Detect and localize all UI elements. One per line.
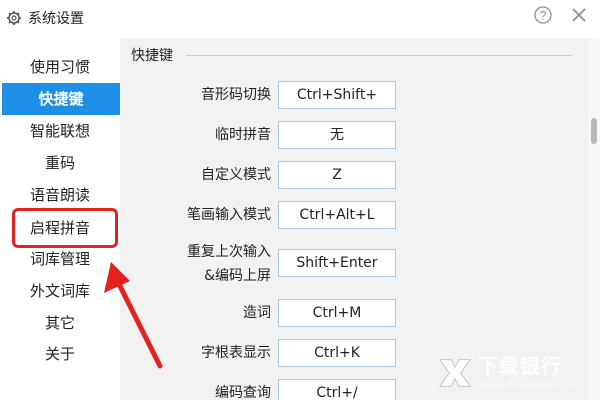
sidebar-item-other[interactable]: 其它 [0, 307, 120, 339]
shortcut-label: 笔画输入模式 [187, 207, 271, 223]
scrollbar-thumb[interactable] [591, 118, 597, 144]
annotation-highlight-box [12, 208, 118, 248]
shortcut-label: 音形码切换 [201, 87, 271, 103]
shortcut-label: 重复上次输入 [187, 244, 271, 260]
watermark: 下载银行 www.downbank.cn [432, 350, 600, 400]
watermark-logo-icon [438, 359, 472, 387]
shortcut-key-field[interactable]: 无 [278, 121, 396, 149]
shortcut-label: 字根表显示 [201, 345, 271, 361]
shortcut-label: 造词 [243, 305, 271, 321]
watermark-url: www.downbank.cn [480, 380, 574, 391]
svg-text:?: ? [540, 9, 547, 23]
sidebar-item-voice-reading[interactable]: 语音朗读 [0, 179, 120, 211]
shortcut-key-field[interactable]: Ctrl+Shift+ [278, 81, 396, 109]
shortcut-key-field[interactable]: Ctrl+/ [278, 379, 396, 400]
shortcut-label: 自定义模式 [201, 167, 271, 183]
shortcut-key-field[interactable]: Ctrl+Alt+L [278, 201, 396, 229]
shortcut-label: 编码查询 [215, 385, 271, 400]
help-icon[interactable]: ? [533, 5, 553, 25]
sidebar-item-duplicate-codes[interactable]: 重码 [0, 147, 120, 179]
shortcut-label: 临时拼音 [215, 127, 271, 143]
section-divider [186, 55, 572, 56]
shortcut-label-line2: &编码上屏 [204, 268, 271, 284]
title-bar: 系统设置 ? [0, 0, 600, 38]
shortcut-key-field[interactable]: Z [278, 161, 396, 189]
vertical-scrollbar[interactable] [588, 38, 600, 400]
sidebar-item-smart-association[interactable]: 智能联想 [0, 115, 120, 147]
window-title: 系统设置 [28, 11, 84, 27]
sidebar-item-shortcuts[interactable]: 快捷键 [2, 83, 120, 115]
sidebar-item-about[interactable]: 关于 [0, 338, 120, 370]
shortcut-key-field[interactable]: Ctrl+M [278, 299, 396, 327]
sidebar-item-usage-habits[interactable]: 使用习惯 [0, 51, 120, 83]
shortcuts-panel: 快捷键 音形码切换 Ctrl+Shift+ 临时拼音 无 自定义模式 Z 笔画输… [120, 38, 588, 400]
shortcut-key-field[interactable]: Shift+Enter [278, 249, 396, 277]
watermark-text: 下载银行 [478, 354, 562, 378]
gear-icon [7, 11, 21, 25]
close-icon[interactable] [568, 4, 590, 26]
section-title: 快捷键 [131, 48, 173, 64]
shortcut-key-field[interactable]: Ctrl+K [278, 339, 396, 367]
sidebar-item-foreign-dictionary[interactable]: 外文词库 [0, 275, 120, 307]
